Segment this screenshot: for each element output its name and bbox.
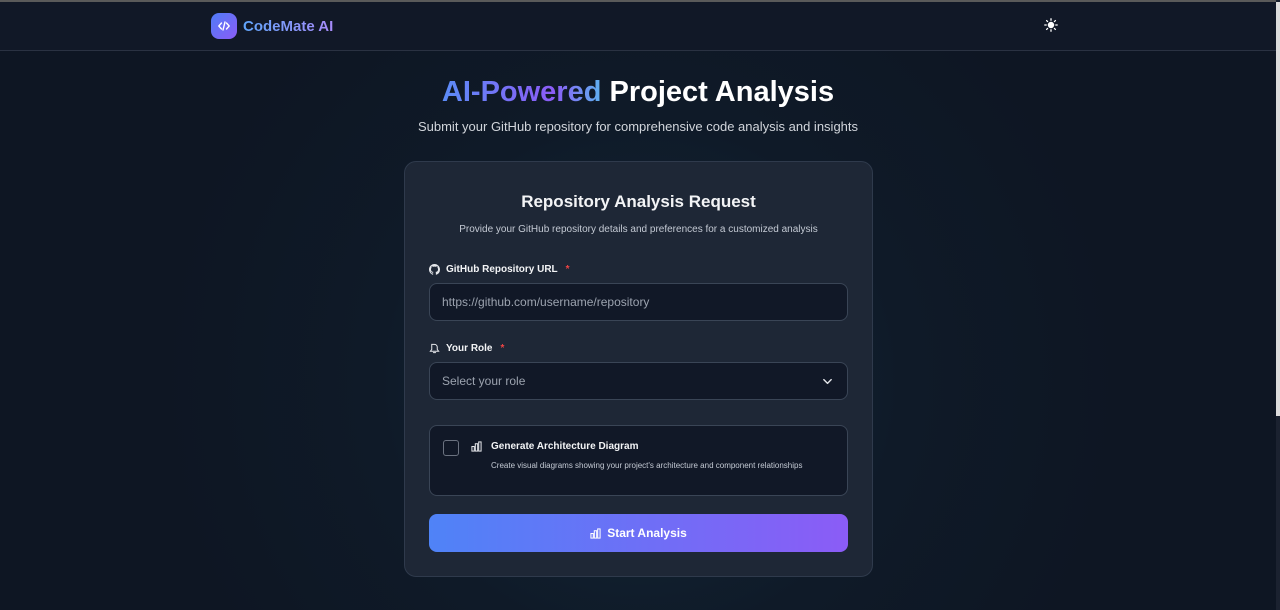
page-title-highlight: AI-Powered bbox=[441, 76, 602, 108]
scrollbar-thumb[interactable] bbox=[1276, 2, 1280, 416]
user-icon bbox=[429, 343, 440, 354]
bar-chart-icon bbox=[471, 441, 482, 452]
navbar: CodeMate AI bbox=[0, 2, 1276, 51]
repo-url-label-text: GitHub Repository URL bbox=[446, 264, 558, 275]
architecture-option-description: Create visual diagrams showing your proj… bbox=[491, 461, 803, 470]
page-subtitle: Submit your GitHub repository for compre… bbox=[417, 119, 859, 134]
theme-toggle-button[interactable] bbox=[1041, 15, 1061, 35]
architecture-diagram-checkbox[interactable] bbox=[443, 440, 459, 456]
page-title-rest: Project Analysis bbox=[609, 76, 835, 108]
architecture-option-title: Generate Architecture Diagram bbox=[491, 441, 639, 452]
start-analysis-button[interactable]: Start Analysis bbox=[429, 514, 848, 552]
start-analysis-label: Start Analysis bbox=[607, 526, 687, 540]
role-select-value: Select your role bbox=[442, 374, 526, 388]
brand-name: CodeMate AI bbox=[243, 17, 334, 35]
repo-url-label: GitHub Repository URL * bbox=[429, 264, 570, 275]
required-mark: * bbox=[500, 343, 505, 354]
role-select[interactable]: Select your role bbox=[429, 362, 848, 400]
role-label: Your Role * bbox=[429, 343, 504, 354]
chevron-down-icon bbox=[823, 378, 832, 385]
card-title: Repository Analysis Request bbox=[521, 192, 756, 211]
architecture-diagram-option[interactable]: Generate Architecture Diagram Create vis… bbox=[429, 425, 848, 496]
page-scrollbar[interactable] bbox=[1276, 0, 1280, 610]
analysis-request-card: Repository Analysis Request Provide your… bbox=[404, 161, 873, 577]
card-subtitle: Provide your GitHub repository details a… bbox=[459, 224, 818, 235]
page-title: AI-Powered Project Analysis bbox=[0, 76, 1276, 109]
repo-url-input[interactable] bbox=[429, 283, 848, 321]
bar-chart-icon bbox=[590, 527, 601, 539]
role-label-text: Your Role bbox=[446, 343, 493, 354]
required-mark: * bbox=[565, 264, 570, 275]
brand[interactable]: CodeMate AI bbox=[211, 13, 333, 39]
code-logo-icon bbox=[211, 13, 237, 39]
sun-icon bbox=[1044, 18, 1058, 32]
github-icon bbox=[429, 264, 440, 275]
